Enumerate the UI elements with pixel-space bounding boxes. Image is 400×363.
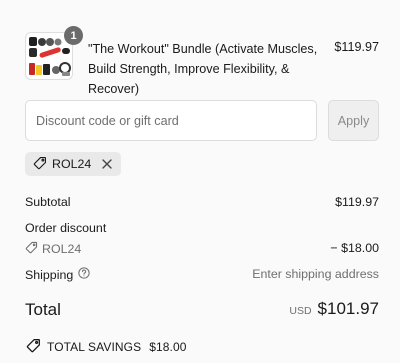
- remove-discount-button[interactable]: [100, 157, 114, 171]
- help-circle-icon[interactable]: [78, 267, 90, 282]
- quantity-badge: 1: [64, 26, 83, 45]
- shipping-label: Shipping: [25, 267, 74, 282]
- apply-discount-button[interactable]: Apply: [328, 100, 379, 141]
- applied-discount-tag: ROL24: [25, 152, 122, 176]
- shipping-row: Shipping Enter shipping address: [25, 267, 379, 282]
- discount-code-input[interactable]: [25, 100, 317, 141]
- subtotal-row: Subtotal $119.97: [25, 195, 379, 209]
- total-label: Total: [25, 300, 61, 319]
- total-savings-row: TOTAL SAVINGS $18.00: [26, 338, 187, 356]
- order-discount-label: Order discount: [25, 221, 107, 235]
- order-discount-value: − $18.00: [330, 241, 379, 255]
- currency-code: USD: [289, 305, 312, 317]
- order-discount-row: Order discount: [25, 221, 379, 235]
- order-discount-code: ROL24: [42, 242, 82, 256]
- total-amount: $101.97: [317, 299, 379, 318]
- order-discount-detail-row: ROL24 − $18.00: [25, 241, 379, 257]
- product-thumbnail: 1: [25, 26, 83, 80]
- shipping-label-wrap: Shipping: [25, 267, 90, 282]
- total-savings-value: $18.00: [149, 340, 187, 354]
- order-discount-code-wrap: ROL24: [25, 241, 379, 257]
- total-savings-label: TOTAL SAVINGS: [47, 340, 142, 354]
- discount-form: Apply: [25, 100, 379, 141]
- product-price: $119.97: [334, 40, 379, 54]
- applied-discount-code: ROL24: [52, 157, 92, 171]
- total-amount-wrap: USD $101.97: [289, 299, 379, 319]
- tag-icon: [33, 156, 47, 173]
- subtotal-label: Subtotal: [25, 195, 71, 209]
- product-name: "The Workout" Bundle (Activate Muscles, …: [88, 42, 318, 96]
- subtotal-value: $119.97: [335, 195, 379, 209]
- shipping-value: Enter shipping address: [252, 267, 379, 281]
- tag-icon: [26, 338, 41, 356]
- tag-icon: [25, 241, 38, 257]
- close-icon: [102, 159, 112, 169]
- cart-line-item: 1 "The Workout" Bundle (Activate Muscles…: [25, 26, 379, 96]
